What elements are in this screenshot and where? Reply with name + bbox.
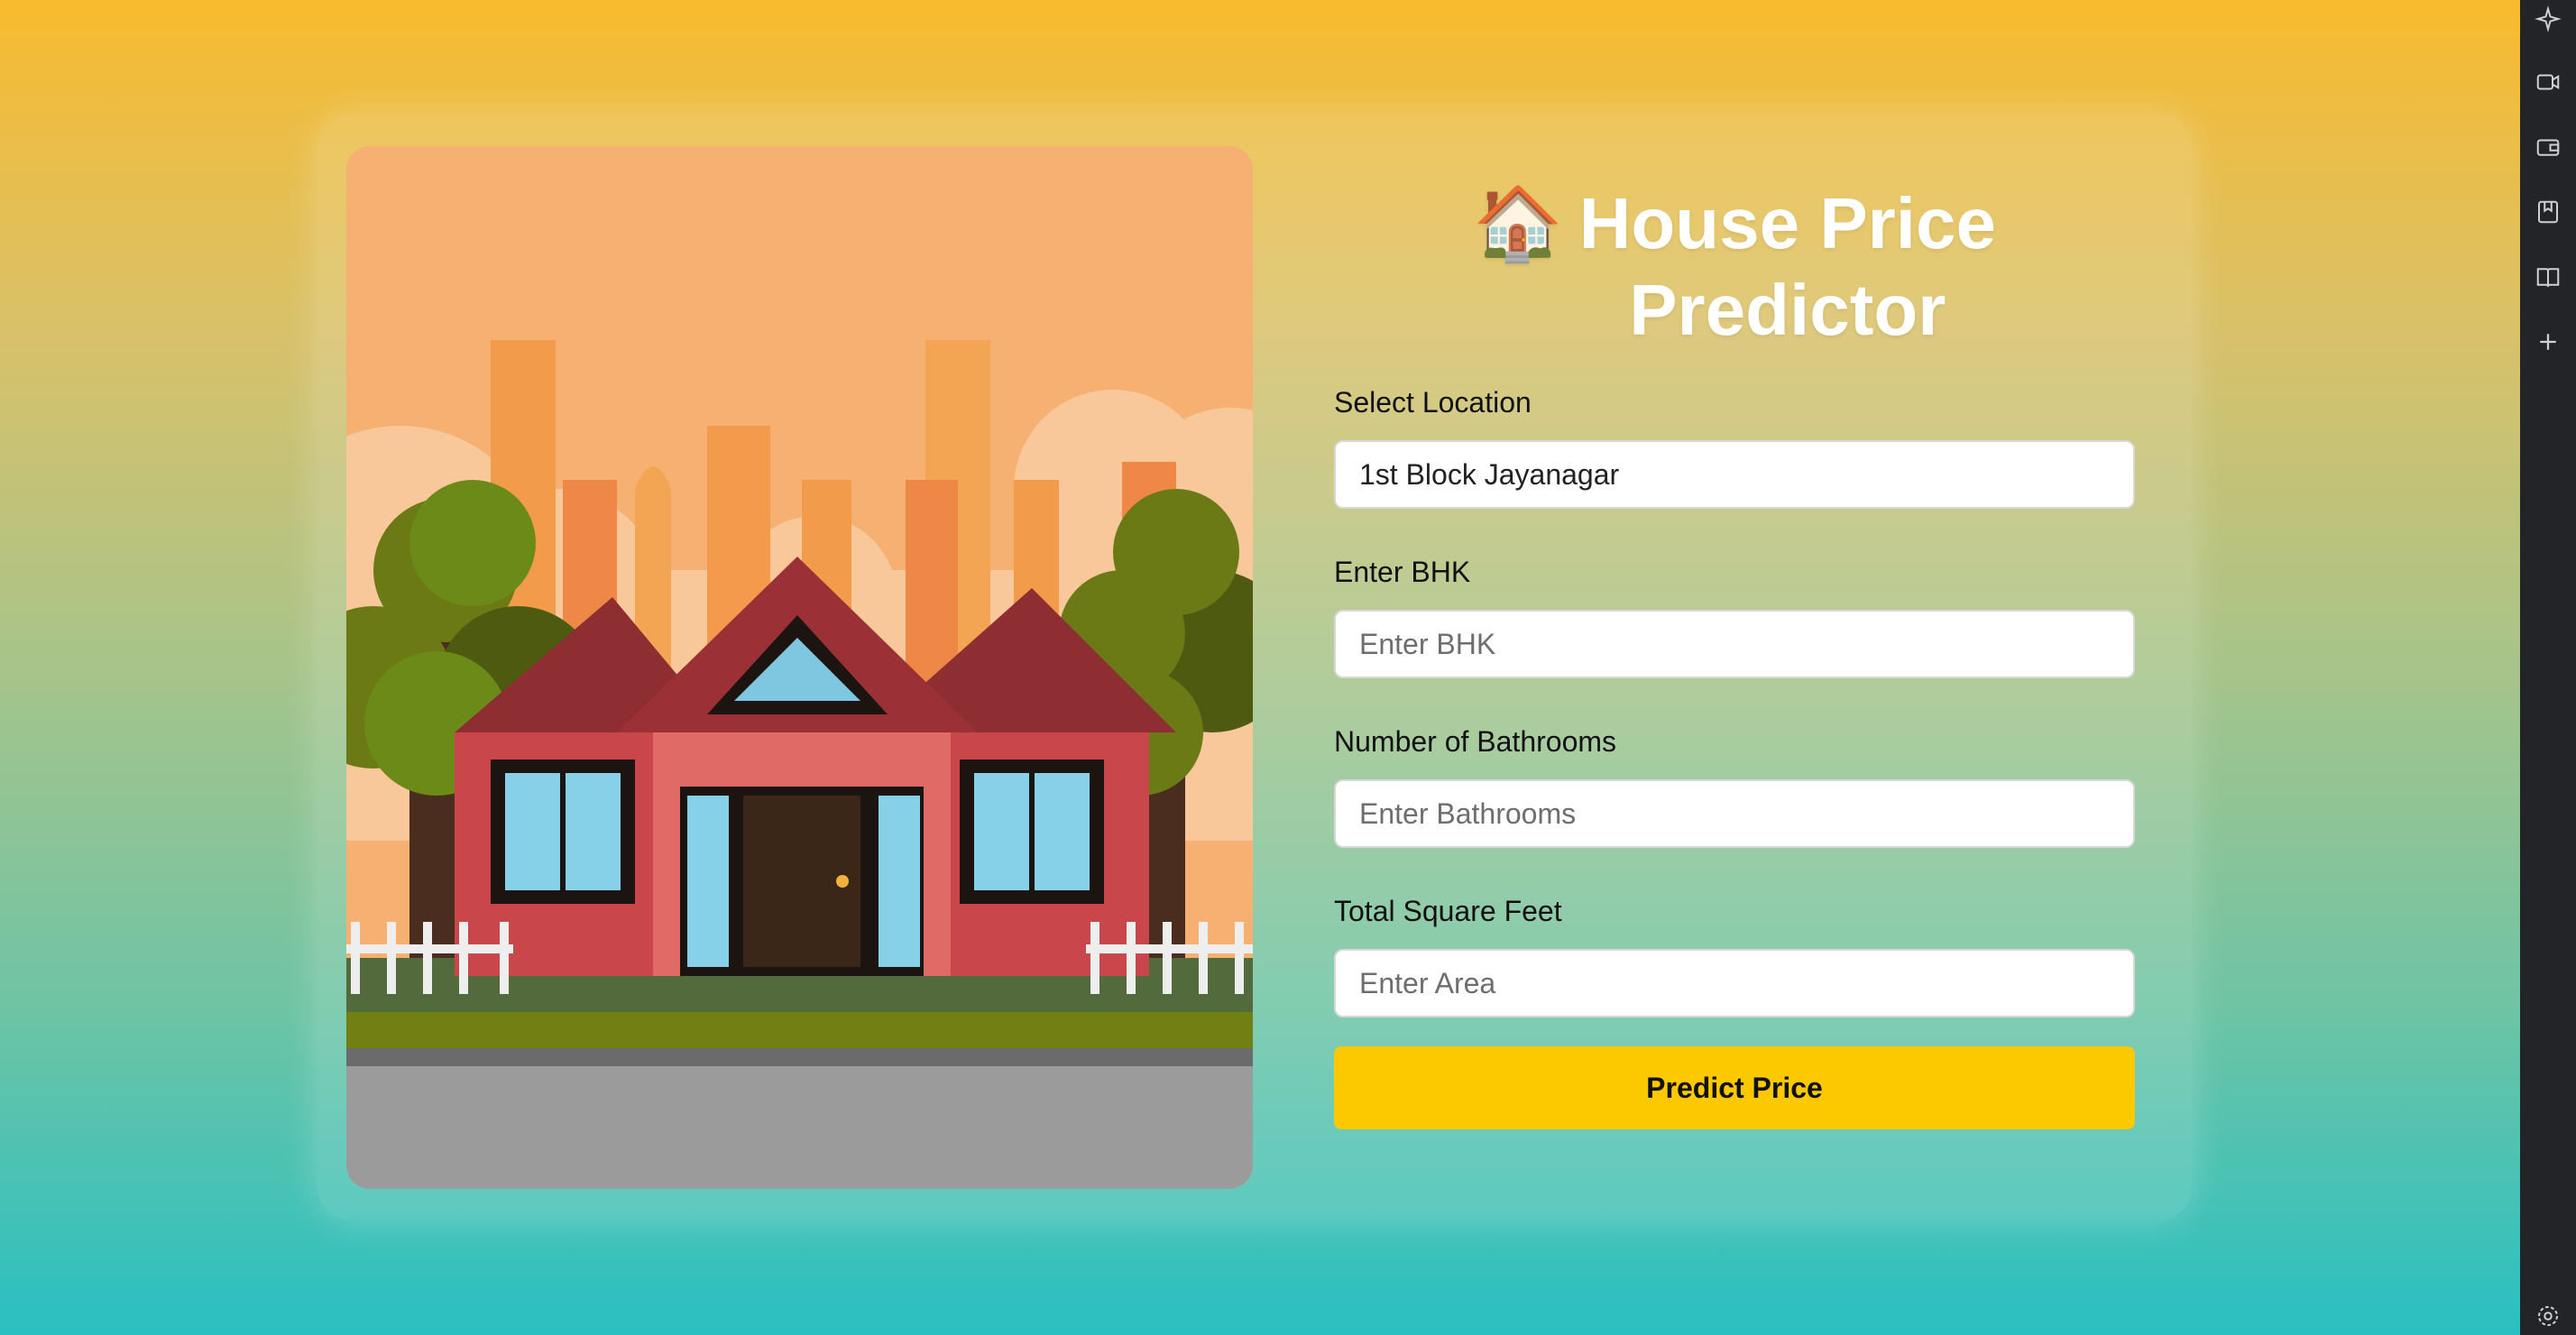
location-select[interactable]: 1st Block Jayanagar xyxy=(1334,440,2135,509)
main-area: 🏠 House Price Predictor Select Location … xyxy=(0,0,2520,1335)
wallet-icon[interactable] xyxy=(2535,134,2562,161)
bhk-label: Enter BHK xyxy=(1334,556,1471,588)
page-title: 🏠 House Price Predictor xyxy=(1334,180,2135,354)
video-icon[interactable] xyxy=(2535,69,2562,96)
add-icon[interactable] xyxy=(2535,328,2562,355)
prediction-form: 🏠 House Price Predictor Select Location … xyxy=(1334,180,2135,1129)
bathrooms-label: Number of Bathrooms xyxy=(1334,725,1617,758)
bhk-input[interactable]: Enter BHK xyxy=(1334,610,2135,678)
predict-price-button[interactable]: Predict Price xyxy=(1334,1046,2135,1129)
bathrooms-input[interactable]: Enter Bathrooms xyxy=(1334,779,2135,848)
title-line-2: Predictor xyxy=(1629,270,1946,350)
house-illustration-image xyxy=(346,146,1253,1189)
bookmark-icon[interactable] xyxy=(2535,198,2562,226)
sparkle-icon[interactable] xyxy=(2535,5,2562,32)
settings-icon[interactable] xyxy=(2535,1303,2562,1330)
title-line-1: House Price xyxy=(1578,183,1997,263)
reader-icon[interactable] xyxy=(2535,263,2562,290)
house-icon: 🏠 xyxy=(1472,183,1563,263)
house-illustration xyxy=(346,146,1253,1189)
sqft-label: Total Square Feet xyxy=(1334,895,1562,927)
location-label: Select Location xyxy=(1334,386,1532,419)
browser-sidebar xyxy=(2520,0,2576,1335)
sqft-input[interactable]: Enter Area xyxy=(1334,949,2135,1017)
